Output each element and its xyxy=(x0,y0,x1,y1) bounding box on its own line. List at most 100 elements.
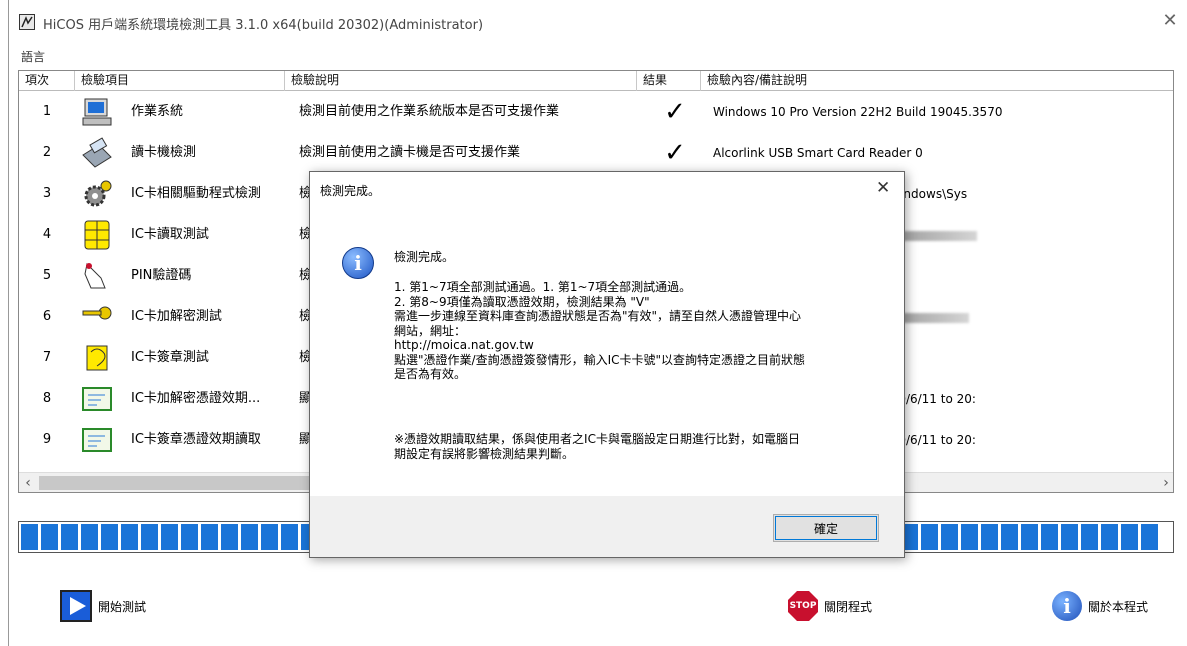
row-desc: 檢測目前使用之讀卡機是否可支援作業 xyxy=(299,145,521,160)
table-row[interactable]: 1 作業系統 檢測目前使用之作業系統版本是否可支援作業 ✓ Windows 10 Pro… xyxy=(19,93,1173,131)
progress-segment xyxy=(121,524,138,550)
progress-segment xyxy=(1041,524,1058,550)
row-item: IC卡簽章測試 xyxy=(131,350,209,365)
close-program-button[interactable]: STOP 關閉程式 xyxy=(788,588,872,624)
info-icon: i xyxy=(342,247,374,279)
progress-segment xyxy=(281,524,298,550)
about-label: 關於本程式 xyxy=(1088,599,1149,614)
dialog-note-line: 期設定有誤將影響檢測結果判斷。 xyxy=(394,447,575,461)
header-desc[interactable]: 檢驗說明 xyxy=(285,71,637,91)
dialog-title: 檢測完成。 xyxy=(320,184,381,198)
certificate-icon xyxy=(81,383,113,415)
row-item: IC卡相關驅動程式檢測 xyxy=(131,186,261,201)
progress-segment xyxy=(1121,524,1138,550)
row-number: 7 xyxy=(42,350,52,365)
progress-segment xyxy=(1021,524,1038,550)
progress-segment xyxy=(101,524,118,550)
row-item: 讀卡機檢測 xyxy=(131,145,197,160)
row-result: ✓ xyxy=(664,138,686,168)
scroll-thumb[interactable] xyxy=(39,476,309,490)
row-number: 9 xyxy=(42,432,52,447)
start-test-button[interactable]: 開始測試 xyxy=(60,588,146,624)
row-item: IC卡加解密憑證效期... xyxy=(131,391,261,406)
row-number: 2 xyxy=(42,145,52,160)
progress-segment xyxy=(161,524,178,550)
dialog-line: 是否為有效。 xyxy=(394,367,467,381)
card-reader-icon xyxy=(81,137,113,169)
dialog-close-button[interactable]: ✕ xyxy=(876,178,890,198)
stop-icon: STOP xyxy=(788,591,818,621)
progress-segment xyxy=(41,524,58,550)
progress-segment xyxy=(921,524,938,550)
play-icon xyxy=(60,590,92,622)
progress-segment xyxy=(201,524,218,550)
row-detail: Alcorlink USB Smart Card Reader 0 xyxy=(713,146,923,160)
progress-segment xyxy=(1061,524,1078,550)
row-detail: Windows 10 Pro Version 22H2 Build 19045.… xyxy=(713,105,1003,119)
window-close-button[interactable]: ✕ xyxy=(1159,10,1181,32)
row-item: IC卡簽章憑證效期讀取 xyxy=(131,432,261,447)
progress-segment xyxy=(241,524,258,550)
progress-segment xyxy=(961,524,978,550)
progress-segment xyxy=(61,524,78,550)
progress-segment xyxy=(221,524,238,550)
progress-segment xyxy=(81,524,98,550)
row-number: 3 xyxy=(42,186,52,201)
row-number: 5 xyxy=(42,268,52,283)
progress-segment xyxy=(1101,524,1118,550)
gear-icon xyxy=(81,178,113,210)
header-no[interactable]: 項次 xyxy=(19,71,75,91)
header-detail[interactable]: 檢驗內容/備註說明 xyxy=(701,71,1173,91)
menu-bar: 語言 xyxy=(9,44,1187,66)
dialog-line: 1. 第1~7項全部測試通過。1. 第1~7項全部測試通過。 xyxy=(394,280,692,294)
key-icon xyxy=(81,301,113,333)
start-test-label: 開始測試 xyxy=(98,599,147,614)
progress-segment xyxy=(141,524,158,550)
progress-segment xyxy=(261,524,278,550)
scroll-right-icon[interactable]: › xyxy=(1157,473,1173,492)
header-result[interactable]: 結果 xyxy=(637,71,701,91)
dialog-url: http://moica.nat.gov.tw xyxy=(394,338,534,352)
row-number: 1 xyxy=(42,104,52,119)
row-item: 作業系統 xyxy=(131,104,184,119)
dialog-footer: 確定 xyxy=(310,496,904,557)
chip-icon xyxy=(81,219,113,251)
dialog-note-line: ※憑證效期讀取結果，係與使用者之IC卡與電腦設定日期進行比對，如電腦日 xyxy=(394,432,800,446)
menu-language[interactable]: 語言 xyxy=(21,48,45,65)
pin-hand-icon xyxy=(81,260,113,292)
app-icon xyxy=(19,14,35,30)
progress-segment xyxy=(1141,524,1158,550)
table-row[interactable]: 2 讀卡機檢測 檢測目前使用之讀卡機是否可支援作業 ✓ Alcorlink USB Sm… xyxy=(19,134,1173,172)
window-title: HiCOS 用戶端系統環境檢測工具 3.1.0 x64(build 20302)… xyxy=(43,18,484,33)
header-item[interactable]: 檢驗項目 xyxy=(75,71,285,91)
progress-segment xyxy=(941,524,958,550)
sign-card-icon xyxy=(81,342,113,374)
progress-segment xyxy=(181,524,198,550)
ok-button[interactable]: 確定 xyxy=(773,514,879,542)
info-icon: i xyxy=(1052,591,1082,621)
row-item: IC卡讀取測試 xyxy=(131,227,209,242)
dialog-body: i 檢測完成。 1. 第1~7項全部測試通過。1. 第1~7項全部測試通過。 2… xyxy=(310,216,904,496)
dialog-line: 網站，網址： xyxy=(394,323,467,338)
title-bar: HiCOS 用戶端系統環境檢測工具 3.1.0 x64(build 20302)… xyxy=(9,0,1187,44)
about-button[interactable]: i 關於本程式 xyxy=(1052,588,1148,624)
dialog-line: 2. 第8~9項僅為讀取憑證效期，檢測結果為 "V" xyxy=(394,294,650,309)
progress-segment xyxy=(21,524,38,550)
row-number: 8 xyxy=(42,391,52,406)
row-result: ✓ xyxy=(664,97,686,127)
dialog-line: 需進一步連線至資料庫查詢憑證狀態是否為"有效"，請至自然人憑證管理中心 xyxy=(394,309,802,323)
row-desc: 檢測目前使用之作業系統版本是否可支援作業 xyxy=(299,104,560,119)
dialog-heading: 檢測完成。 xyxy=(394,250,455,264)
row-item: IC卡加解密測試 xyxy=(131,309,222,324)
dialog-line: 點選"憑證作業/查詢憑證簽發情形，輸入IC卡卡號"以查詢特定憑證之目前狀態 xyxy=(394,352,806,367)
close-program-label: 關閉程式 xyxy=(824,599,873,614)
row-number: 4 xyxy=(42,227,52,242)
computer-icon xyxy=(81,96,113,128)
row-item: PIN驗證碼 xyxy=(131,268,192,283)
progress-segment xyxy=(1001,524,1018,550)
progress-segment xyxy=(1081,524,1098,550)
dialog-note: ※憑證效期讀取結果，係與使用者之IC卡與電腦設定日期進行比對，如電腦日 期設定有… xyxy=(394,432,800,462)
scroll-left-icon[interactable]: ‹ xyxy=(19,473,37,492)
certificate-icon xyxy=(81,424,113,456)
table-header: 項次 檢驗項目 檢驗說明 結果 檢驗內容/備註說明 xyxy=(19,71,1173,91)
